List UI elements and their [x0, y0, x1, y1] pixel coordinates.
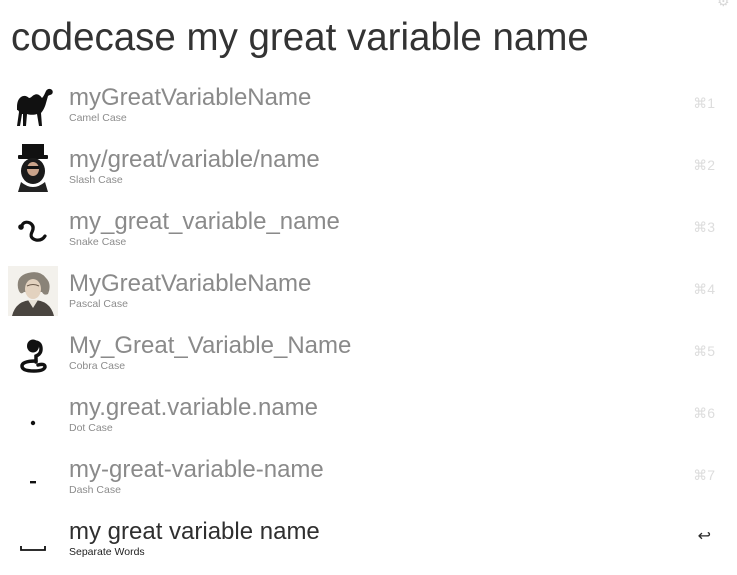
slash-guitarist-icon: [8, 142, 58, 192]
result-title: my great variable name: [69, 518, 320, 545]
result-row-slash-case[interactable]: my/great/variable/name Slash Case ⌘2: [0, 134, 737, 196]
dot-icon: [8, 390, 58, 440]
result-row-snake-case[interactable]: my_great_variable_name Snake Case ⌘3: [0, 196, 737, 258]
result-title: MyGreatVariableName: [69, 270, 312, 297]
pascal-portrait-icon: [8, 266, 58, 316]
dash-icon: [8, 452, 58, 502]
result-row-camel-case[interactable]: myGreatVariableName Camel Case ⌘1: [0, 72, 737, 134]
result-shortcut: ⌘2: [693, 157, 715, 173]
result-shortcut: ⌘1: [693, 95, 715, 111]
result-row-cobra-case[interactable]: My_Great_Variable_Name Cobra Case ⌘5: [0, 320, 737, 382]
result-subtitle: Camel Case: [69, 112, 127, 124]
result-subtitle: Slash Case: [69, 174, 123, 186]
result-subtitle: Dash Case: [69, 484, 121, 496]
result-subtitle: Dot Case: [69, 422, 113, 434]
result-title: myGreatVariableName: [69, 84, 312, 111]
result-subtitle: Separate Words: [69, 546, 145, 558]
result-row-separate-words[interactable]: my great variable name Separate Words ↩: [0, 506, 737, 568]
result-row-pascal-case[interactable]: MyGreatVariableName Pascal Case ⌘4: [0, 258, 737, 320]
result-shortcut: ⌘5: [693, 343, 715, 359]
snake-icon: [8, 204, 58, 254]
result-shortcut: ⌘3: [693, 219, 715, 235]
results-list: myGreatVariableName Camel Case ⌘1 my/gre…: [0, 72, 737, 568]
camel-icon: [8, 80, 58, 130]
cobra-icon: [8, 328, 58, 378]
result-title: My_Great_Variable_Name: [69, 332, 352, 359]
result-title: my_great_variable_name: [69, 208, 340, 235]
result-shortcut: ⌘4: [693, 281, 715, 297]
result-subtitle: Snake Case: [69, 236, 127, 248]
space-icon: [8, 514, 58, 564]
result-title: my/great/variable/name: [69, 146, 320, 173]
result-row-dash-case[interactable]: my-great-variable-name Dash Case ⌘7: [0, 444, 737, 506]
result-shortcut: ⌘6: [693, 405, 715, 421]
result-shortcut: ⌘7: [693, 467, 715, 483]
result-row-dot-case[interactable]: my.great.variable.name Dot Case ⌘6: [0, 382, 737, 444]
return-key-icon: ↩: [697, 528, 711, 545]
result-title: my.great.variable.name: [69, 394, 318, 421]
result-title: my-great-variable-name: [69, 456, 324, 483]
result-subtitle: Cobra Case: [69, 360, 126, 372]
gear-icon[interactable]: ⚙: [717, 0, 731, 8]
search-query-input[interactable]: codecase my great variable name: [11, 12, 711, 64]
result-subtitle: Pascal Case: [69, 298, 128, 310]
